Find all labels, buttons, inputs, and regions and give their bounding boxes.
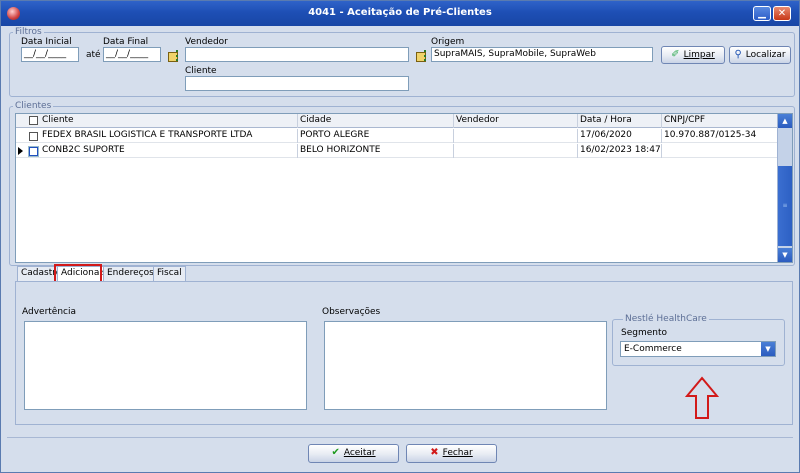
nestle-group: Nestlé HealthCare (612, 314, 785, 366)
scroll-down-icon[interactable]: ▼ (778, 248, 792, 262)
limpar-button[interactable]: ✐ Limpar (661, 46, 725, 64)
x-icon: ✖ (430, 447, 439, 458)
data-inicial-label: Data Inicial (21, 37, 72, 47)
clientes-grid: Cliente Cidade Vendedor Data / Hora CNPJ… (15, 113, 793, 263)
origem-label: Origem (431, 37, 465, 47)
close-icon[interactable]: ✕ (773, 6, 791, 21)
cell-cnpj: 10.970.887/0125-34 (662, 129, 778, 143)
vendedor-label: Vendedor (185, 37, 228, 47)
scroll-up-icon[interactable]: ▲ (778, 114, 792, 128)
vendedor-picker-icon[interactable] (168, 50, 180, 62)
data-final-field[interactable]: __/__/____ (103, 47, 161, 62)
grid-scrollbar[interactable]: ▲ ≡ ▼ (777, 114, 792, 262)
col-header-vendedor[interactable]: Vendedor (454, 114, 578, 128)
cell-data-hora: 17/06/2020 (578, 129, 662, 143)
title-bar: 4041 - Aceitação de Pré-Clientes ▁ ✕ (1, 1, 799, 26)
origem-picker-icon[interactable] (416, 50, 428, 62)
row-checkbox[interactable] (29, 132, 38, 141)
advertencia-textarea[interactable] (24, 321, 307, 410)
up-arrow-annotation-icon (685, 376, 719, 419)
select-all-checkbox[interactable] (29, 116, 38, 125)
adicionais-panel: Advertência Observações Nestlé HealthCar… (15, 281, 793, 425)
aceitar-label: Aceitar (343, 448, 376, 458)
aceitar-button[interactable]: ✔ Aceitar (308, 444, 399, 463)
current-row-indicator-icon (18, 147, 23, 155)
segmento-value: E-Commerce (624, 344, 682, 354)
search-icon: ⚲ (734, 49, 742, 60)
cell-vendedor (454, 144, 578, 158)
scroll-thumb[interactable]: ≡ (778, 166, 792, 246)
col-header-cliente[interactable]: Cliente (40, 114, 298, 128)
main-window: 4041 - Aceitação de Pré-Clientes ▁ ✕ Fil… (0, 0, 800, 473)
cell-vendedor (454, 129, 578, 143)
data-inicial-field[interactable]: __/__/____ (21, 47, 79, 62)
col-header-data-hora[interactable]: Data / Hora (578, 114, 662, 128)
vendedor-field[interactable] (185, 47, 409, 62)
localizar-button[interactable]: ⚲ Localizar (729, 46, 791, 64)
localizar-label: Localizar (745, 50, 786, 60)
table-row[interactable]: FEDEX BRASIL LOGISTICA E TRANSPORTE LTDA… (16, 129, 778, 143)
cell-cliente: CONB2C SUPORTE (40, 144, 298, 158)
cell-cidade: BELO HORIZONTE (298, 144, 454, 158)
clientes-legend: Clientes (15, 101, 52, 111)
cliente-field[interactable] (185, 76, 409, 91)
tab-enderecos[interactable]: Endereços (103, 266, 158, 281)
chevron-down-icon[interactable]: ▼ (761, 342, 775, 356)
segmento-label: Segmento (621, 328, 668, 338)
cell-cnpj (662, 144, 778, 158)
limpar-label: Limpar (683, 50, 715, 60)
observacoes-textarea[interactable] (324, 321, 607, 410)
footer-separator (7, 437, 793, 438)
broom-icon: ✐ (671, 49, 680, 60)
grid-header: Cliente Cidade Vendedor Data / Hora CNPJ… (16, 114, 778, 128)
cell-cliente: FEDEX BRASIL LOGISTICA E TRANSPORTE LTDA (40, 129, 298, 143)
nestle-legend: Nestlé HealthCare (625, 314, 707, 324)
col-header-cidade[interactable]: Cidade (298, 114, 454, 128)
cell-cidade: PORTO ALEGRE (298, 129, 454, 143)
cliente-filter-label: Cliente (185, 66, 217, 76)
cell-data-hora: 16/02/2023 18:47:24 (578, 144, 662, 158)
origem-field[interactable]: SupraMAIS, SupraMobile, SupraWeb (431, 47, 653, 62)
ate-label: até (86, 50, 101, 60)
window-title: 4041 - Aceitação de Pré-Clientes (308, 7, 492, 18)
row-checkbox[interactable] (29, 147, 38, 156)
filtros-legend: Filtros (15, 27, 42, 37)
minimize-icon[interactable]: ▁ (753, 6, 771, 21)
table-row[interactable]: CONB2C SUPORTE BELO HORIZONTE 16/02/2023… (16, 144, 778, 158)
data-final-label: Data Final (103, 37, 149, 47)
advertencia-label: Advertência (22, 307, 77, 317)
segmento-select[interactable]: E-Commerce ▼ (620, 341, 776, 357)
col-header-cnpj[interactable]: CNPJ/CPF (662, 114, 778, 128)
fechar-label: Fechar (442, 448, 473, 458)
observacoes-label: Observações (322, 307, 381, 317)
fechar-button[interactable]: ✖ Fechar (406, 444, 497, 463)
tab-fiscal[interactable]: Fiscal (153, 266, 186, 281)
check-icon: ✔ (331, 447, 340, 458)
